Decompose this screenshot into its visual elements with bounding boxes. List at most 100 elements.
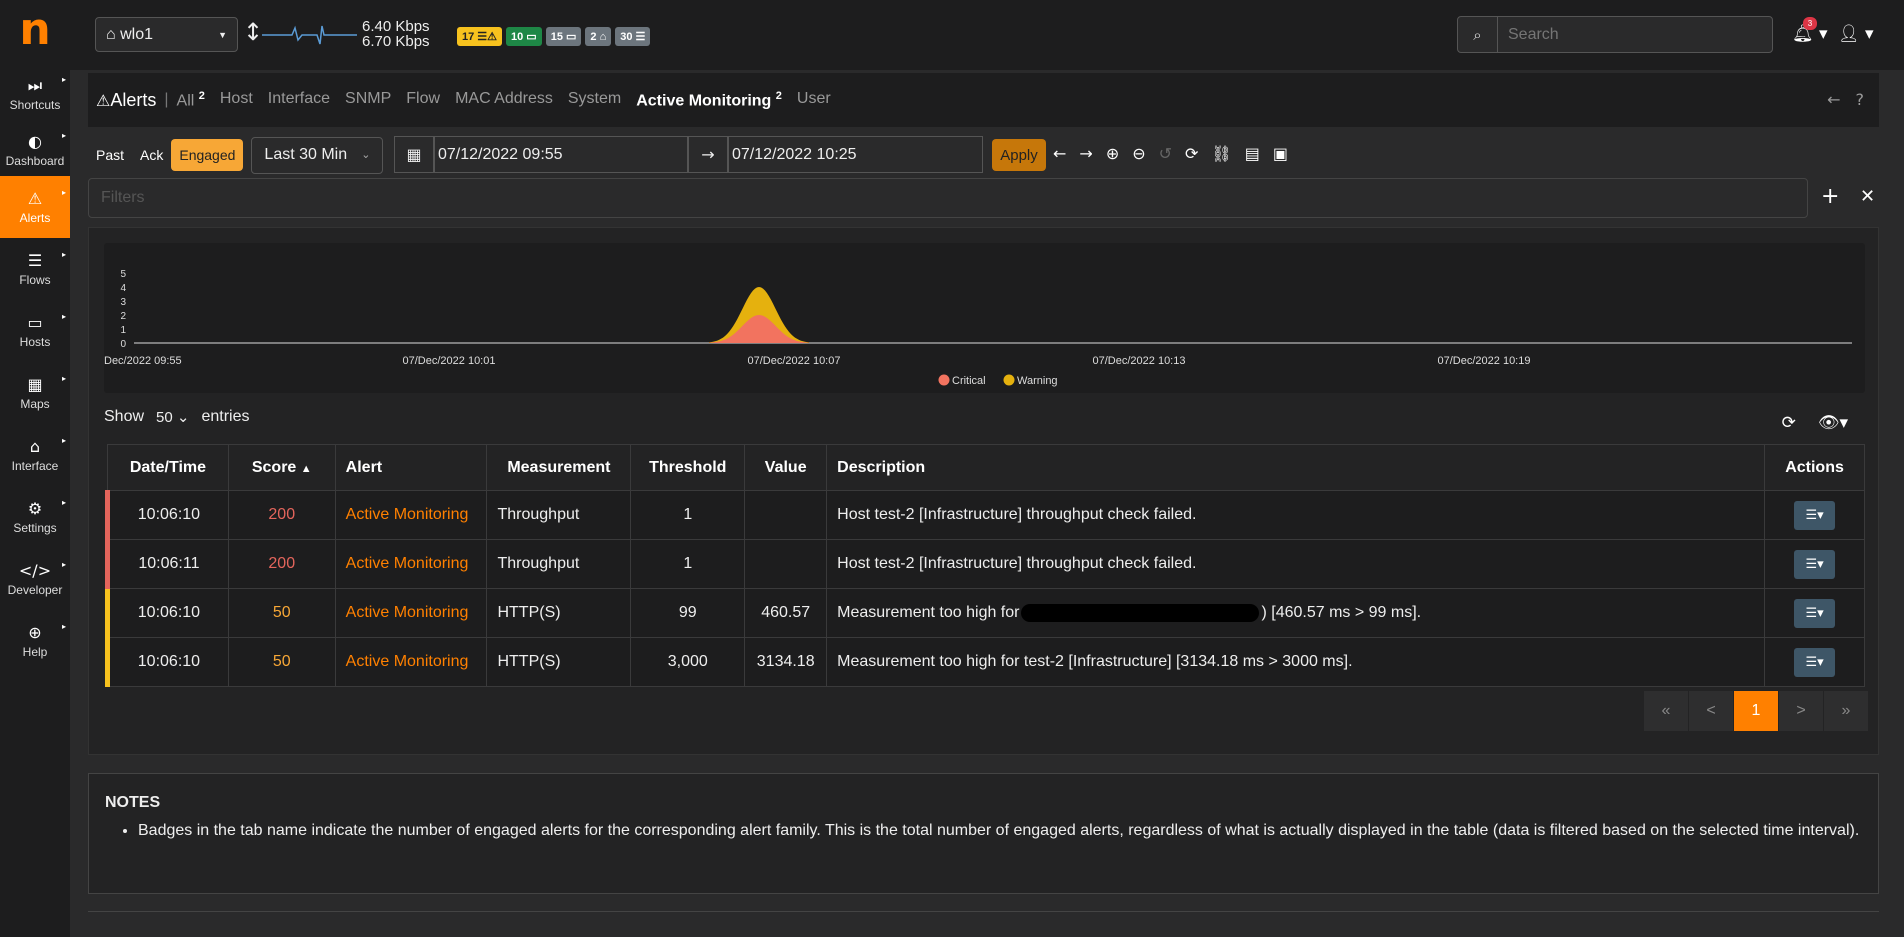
column-header[interactable]: Alert — [334, 444, 488, 491]
actions-menu-button[interactable]: ☰▾ — [1794, 647, 1836, 677]
status-badge[interactable]: 17 ☰⚠ — [457, 27, 503, 46]
cell-alert[interactable]: Active Monitoring — [334, 490, 488, 540]
y-tick-label: 1 — [120, 325, 126, 336]
interface-select[interactable]: ⌂ wlo1 ▼ — [95, 17, 238, 52]
column-header[interactable]: Actions — [1764, 444, 1865, 491]
refresh-icon[interactable]: ⟳ — [1185, 144, 1198, 163]
column-header-label: Description — [837, 458, 926, 476]
tab-system[interactable]: System — [568, 90, 621, 110]
date-to-input[interactable] — [728, 136, 983, 173]
back-arrow-icon[interactable]: ← — [1827, 90, 1840, 109]
add-filter-icon[interactable]: + — [1821, 184, 1839, 209]
status-badge[interactable]: 2 ⌂ — [585, 27, 612, 46]
settings-icon: ⚙ — [27, 498, 43, 518]
maps-icon: ▦ — [27, 374, 43, 394]
tab-label: MAC Address — [455, 89, 553, 107]
column-header[interactable]: Date/Time — [107, 444, 229, 491]
column-header[interactable]: Description — [826, 444, 1766, 491]
pager-button[interactable]: « — [1644, 691, 1688, 731]
column-header[interactable]: Measurement — [486, 444, 632, 491]
status-badges: 17 ☰⚠ 10 ▭ 15 ▭ 2 ⌂ 30 ☰ — [457, 27, 651, 46]
cell-time: 10:06:10 — [105, 490, 229, 540]
date-from-input[interactable] — [434, 136, 688, 173]
status-badge[interactable]: 15 ▭ — [545, 27, 582, 46]
tab-user[interactable]: User — [797, 90, 831, 110]
search-box: ⌕ — [1457, 16, 1773, 53]
ack-button[interactable]: Ack — [132, 139, 171, 171]
sidebar-item-help[interactable]: ⊕ Help ▸ — [0, 610, 70, 672]
column-header[interactable]: Score ▲ — [227, 444, 336, 491]
apply-button[interactable]: Apply — [992, 139, 1046, 171]
status-badge[interactable]: 30 ☰ — [615, 27, 651, 46]
pager-button[interactable]: > — [1779, 691, 1823, 731]
time-range-select[interactable]: Last 30 Min ⌄ — [251, 136, 384, 174]
chevron-right-icon: ▸ — [61, 75, 66, 84]
column-header[interactable]: Value — [744, 444, 828, 491]
tab-snmp[interactable]: SNMP — [345, 90, 391, 110]
toolbar-icons: ← → ⊕ ⊖ ↺ ⟳ ⛓ ▤ ▣ — [1053, 144, 1288, 163]
link-icon[interactable]: ⛓ — [1211, 144, 1231, 163]
sidebar-item-interface[interactable]: ⌂ Interface ▸ — [0, 424, 70, 486]
sidebar-item-alerts[interactable]: ⚠ Alerts ▸ — [0, 176, 70, 238]
cell-description: Host test-2 [Infrastructure] throughput … — [826, 539, 1766, 589]
traffic-rates: 6.40 Kbps 6.70 Kbps — [362, 19, 430, 49]
column-header-label: Score — [251, 458, 297, 476]
tab-active-monitoring[interactable]: Active Monitoring 2 — [636, 90, 782, 110]
document-icon[interactable]: ▤ — [1245, 144, 1260, 163]
calendar-icon[interactable]: ▦ — [394, 136, 434, 173]
column-header[interactable]: Threshold — [630, 444, 746, 491]
cell-alert[interactable]: Active Monitoring — [334, 588, 488, 638]
pager-button[interactable]: » — [1824, 691, 1868, 731]
tab-all[interactable]: All 2 — [177, 90, 205, 110]
pager-button[interactable]: 1 — [1734, 691, 1778, 731]
actions-menu-button[interactable]: ☰▾ — [1794, 500, 1836, 530]
cell-alert[interactable]: Active Monitoring — [334, 539, 488, 589]
sidebar-item-developer[interactable]: </> Developer ▸ — [0, 548, 70, 610]
sidebar-item-shortcuts[interactable]: ⏭ Shortcuts ▸ — [0, 63, 70, 125]
ntopng-logo[interactable]: n — [0, 0, 70, 58]
zoom-in-icon[interactable]: ⊕ — [1106, 144, 1119, 163]
sidebar-item-settings[interactable]: ⚙ Settings ▸ — [0, 486, 70, 548]
cell-alert[interactable]: Active Monitoring — [334, 637, 488, 687]
actions-menu-button[interactable]: ☰▾ — [1794, 549, 1836, 579]
help-icon[interactable]: ? — [1856, 90, 1865, 109]
cell-score: 50 — [227, 588, 336, 638]
arrow-right-icon[interactable]: → — [1079, 144, 1092, 163]
interface-icon: ⌂ — [106, 25, 121, 43]
eye-icon[interactable]: 👁︎▾ — [1818, 413, 1848, 433]
tab-mac-address[interactable]: MAC Address — [455, 90, 553, 110]
y-tick-label: 2 — [120, 311, 126, 322]
entries-select[interactable]: 50 ⌄ — [150, 408, 196, 426]
engaged-button[interactable]: Engaged — [171, 139, 244, 171]
user-icon[interactable]: 👤︎ ▾ — [1838, 24, 1874, 44]
arrow-left-icon[interactable]: ← — [1053, 144, 1066, 163]
zoom-out-icon[interactable]: ⊖ — [1132, 144, 1145, 163]
cell-measurement: HTTP(S) — [486, 637, 632, 687]
tab-interface[interactable]: Interface — [268, 90, 330, 110]
pager-button[interactable]: < — [1689, 691, 1733, 731]
description-text: Host test-2 [Infrastructure] throughput … — [837, 506, 1197, 523]
sidebar-item-flows[interactable]: ☰ Flows ▸ — [0, 238, 70, 300]
warning-icon: ⚠ — [96, 90, 111, 110]
search-input[interactable] — [1498, 17, 1772, 52]
clear-filter-icon[interactable]: ✕ — [1860, 186, 1875, 207]
entries-control: Show 50 ⌄ entries — [104, 408, 250, 426]
status-badge[interactable]: 10 ▭ — [506, 27, 542, 46]
search-icon[interactable]: ⌕ — [1458, 17, 1498, 52]
undo-icon[interactable]: ↺ — [1159, 144, 1172, 163]
hosts-icon: ▭ — [27, 312, 43, 332]
chevron-right-icon: ▸ — [61, 250, 66, 259]
tab-host[interactable]: Host — [220, 90, 253, 110]
refresh-icon[interactable]: ⟳ — [1782, 413, 1796, 433]
sidebar-item-hosts[interactable]: ▭ Hosts ▸ — [0, 300, 70, 362]
sidebar-item-dashboard[interactable]: ◐ Dashboard ▸ — [0, 119, 70, 181]
tab-flow[interactable]: Flow — [406, 90, 440, 110]
cell-value — [744, 490, 828, 540]
cell-threshold: 1 — [630, 539, 746, 589]
description-text: Host test-2 [Infrastructure] throughput … — [837, 555, 1197, 572]
sidebar-item-maps[interactable]: ▦ Maps ▸ — [0, 362, 70, 424]
actions-menu-button[interactable]: ☰▾ — [1794, 598, 1836, 628]
past-button[interactable]: Past — [88, 139, 132, 171]
snapshot-icon[interactable]: ▣ — [1273, 144, 1288, 163]
filters-input[interactable]: Filters — [88, 178, 1808, 218]
